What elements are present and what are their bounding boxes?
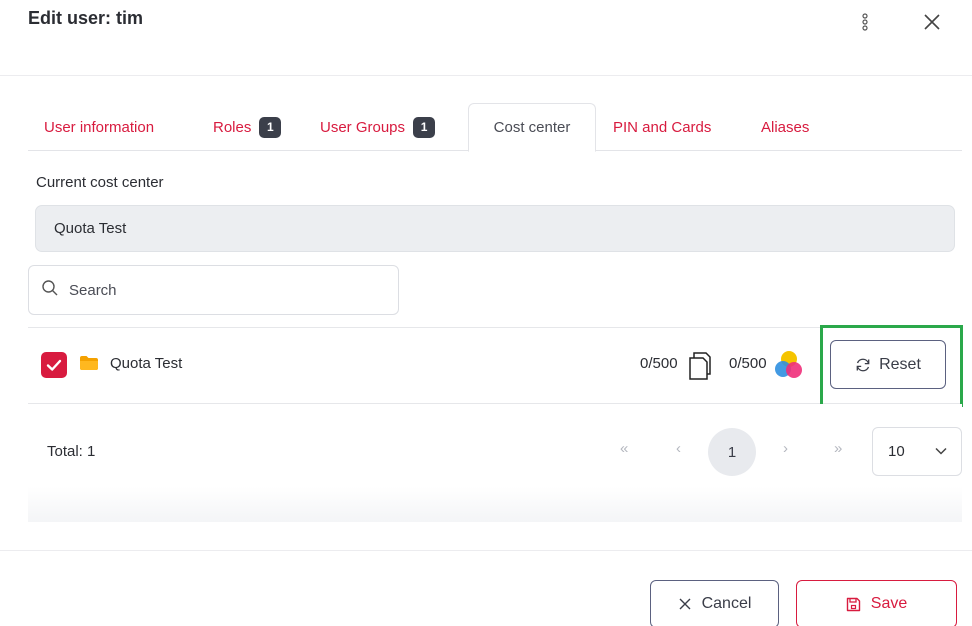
cost-center-name: Quota Test (110, 355, 183, 372)
chevron-down-icon (935, 447, 947, 455)
tab-pin-and-cards[interactable]: PIN and Cards (613, 103, 711, 151)
row-checkbox[interactable] (41, 352, 67, 378)
current-page-button[interactable]: 1 (708, 428, 756, 476)
tab-label: User Groups (320, 118, 406, 136)
bw-quota: 0/500 (640, 355, 678, 372)
cancel-button-label: Cancel (701, 595, 752, 612)
save-button[interactable]: Save (796, 580, 957, 626)
color-cmy-icon (774, 350, 804, 380)
search-box[interactable] (28, 265, 399, 315)
tab-bar: User information Roles 1 User Groups 1 C… (28, 103, 962, 152)
first-page-button[interactable]: « (620, 440, 628, 457)
next-page-button[interactable]: › (783, 440, 788, 457)
search-input[interactable] (69, 281, 389, 299)
tab-label: Cost center (493, 119, 571, 136)
tab-user-groups[interactable]: User Groups 1 (320, 103, 436, 151)
total-count: Total: 1 (47, 443, 96, 460)
save-disk-icon (846, 597, 860, 611)
pages-icon (689, 352, 711, 380)
tab-label: Roles (213, 118, 252, 136)
count-badge: 1 (413, 116, 436, 138)
cancel-button[interactable]: Cancel (650, 580, 779, 626)
close-icon (679, 598, 691, 610)
current-cost-center-field: Quota Test (35, 205, 955, 252)
tab-user-information[interactable]: User information (44, 103, 154, 151)
footer-divider (0, 550, 972, 551)
tab-aliases[interactable]: Aliases (761, 103, 809, 151)
folder-icon (80, 356, 98, 370)
prev-page-button[interactable]: ‹ (676, 440, 681, 457)
per-page-value: 10 (888, 443, 905, 460)
highlight-box (820, 325, 963, 407)
tab-roles[interactable]: Roles 1 (213, 103, 282, 151)
search-icon (41, 279, 59, 302)
checkmark-icon (46, 359, 62, 371)
tab-label: User information (44, 118, 155, 136)
dialog-header: Edit user: tim (0, 0, 972, 76)
tab-label: PIN and Cards (613, 118, 712, 136)
close-icon[interactable] (920, 10, 944, 34)
page-number: 1 (727, 443, 737, 461)
current-cost-center-label: Current cost center (36, 174, 164, 191)
count-badge: 1 (259, 116, 282, 138)
table-footer (28, 404, 962, 522)
current-cost-center-value: Quota Test (54, 220, 127, 237)
last-page-button[interactable]: » (834, 440, 842, 457)
color-quota: 0/500 (729, 355, 767, 372)
dialog-title: Edit user: tim (28, 8, 144, 28)
tab-cost-center[interactable]: Cost center (468, 103, 596, 152)
more-options-icon[interactable] (858, 10, 872, 34)
tab-label: Aliases (761, 118, 810, 136)
per-page-select[interactable]: 10 (872, 427, 962, 476)
save-button-label: Save (870, 595, 908, 612)
